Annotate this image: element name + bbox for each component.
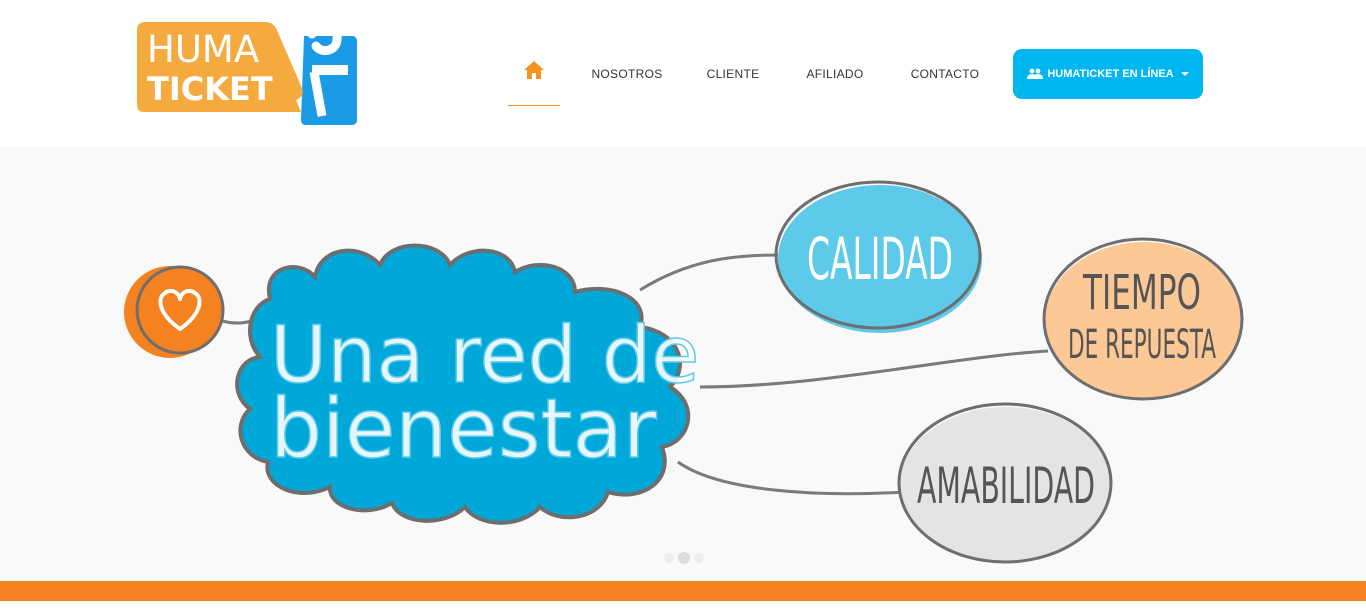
bubble-tiempo-line1: TIEMPO bbox=[1082, 265, 1201, 321]
bubble-calidad: CALIDAD bbox=[774, 180, 982, 333]
nav-home[interactable] bbox=[508, 49, 560, 106]
users-icon bbox=[1027, 68, 1044, 79]
logo-text-ticket: TICKET bbox=[147, 70, 273, 108]
main-nav: NOSOTROS CLIENTE AFILIADO CONTACTO bbox=[508, 49, 992, 107]
hero-main-line2: bienestar bbox=[270, 382, 657, 477]
carousel-dot-2[interactable] bbox=[678, 552, 690, 564]
mind-map-illustration: Una red de bienestar CALIDAD TIEMPO DE R… bbox=[124, 180, 1244, 564]
hero-banner: Una red de bienestar CALIDAD TIEMPO DE R… bbox=[0, 147, 1366, 582]
home-icon bbox=[524, 61, 544, 79]
nav-cliente[interactable]: CLIENTE bbox=[694, 49, 772, 99]
heart-bubble bbox=[124, 265, 225, 358]
orange-divider-bar bbox=[0, 581, 1366, 601]
carousel-dot-1[interactable] bbox=[664, 553, 674, 563]
carousel-indicators bbox=[664, 552, 704, 564]
bubble-tiempo: TIEMPO DE REPUESTA bbox=[1042, 237, 1244, 401]
nav-afiliado[interactable]: AFILIADO bbox=[772, 49, 898, 99]
humaticket-logo[interactable]: HUMA TICKET bbox=[136, 18, 358, 126]
bottom-strip bbox=[0, 601, 1366, 608]
bubble-calidad-label: CALIDAD bbox=[807, 225, 953, 293]
main-cloud: Una red de bienestar bbox=[235, 243, 700, 525]
humaticket-online-button[interactable]: HUMATICKET EN LÍNEA bbox=[1013, 49, 1203, 99]
logo-text-huma: HUMA bbox=[147, 28, 259, 71]
nav-contacto[interactable]: CONTACTO bbox=[898, 49, 992, 99]
bubble-tiempo-line2: DE REPUESTA bbox=[1068, 322, 1216, 368]
bubble-amabilidad: AMABILIDAD bbox=[897, 402, 1113, 564]
chevron-down-icon bbox=[1180, 72, 1189, 76]
online-button-label: HUMATICKET EN LÍNEA bbox=[1047, 68, 1174, 80]
nav-nosotros[interactable]: NOSOTROS bbox=[560, 49, 694, 99]
bubble-amabilidad-label: AMABILIDAD bbox=[917, 457, 1095, 515]
site-header: HUMA TICKET NOSOTROS CLIENTE AFILIADO CO… bbox=[0, 0, 1366, 147]
carousel-dot-3[interactable] bbox=[694, 553, 704, 563]
